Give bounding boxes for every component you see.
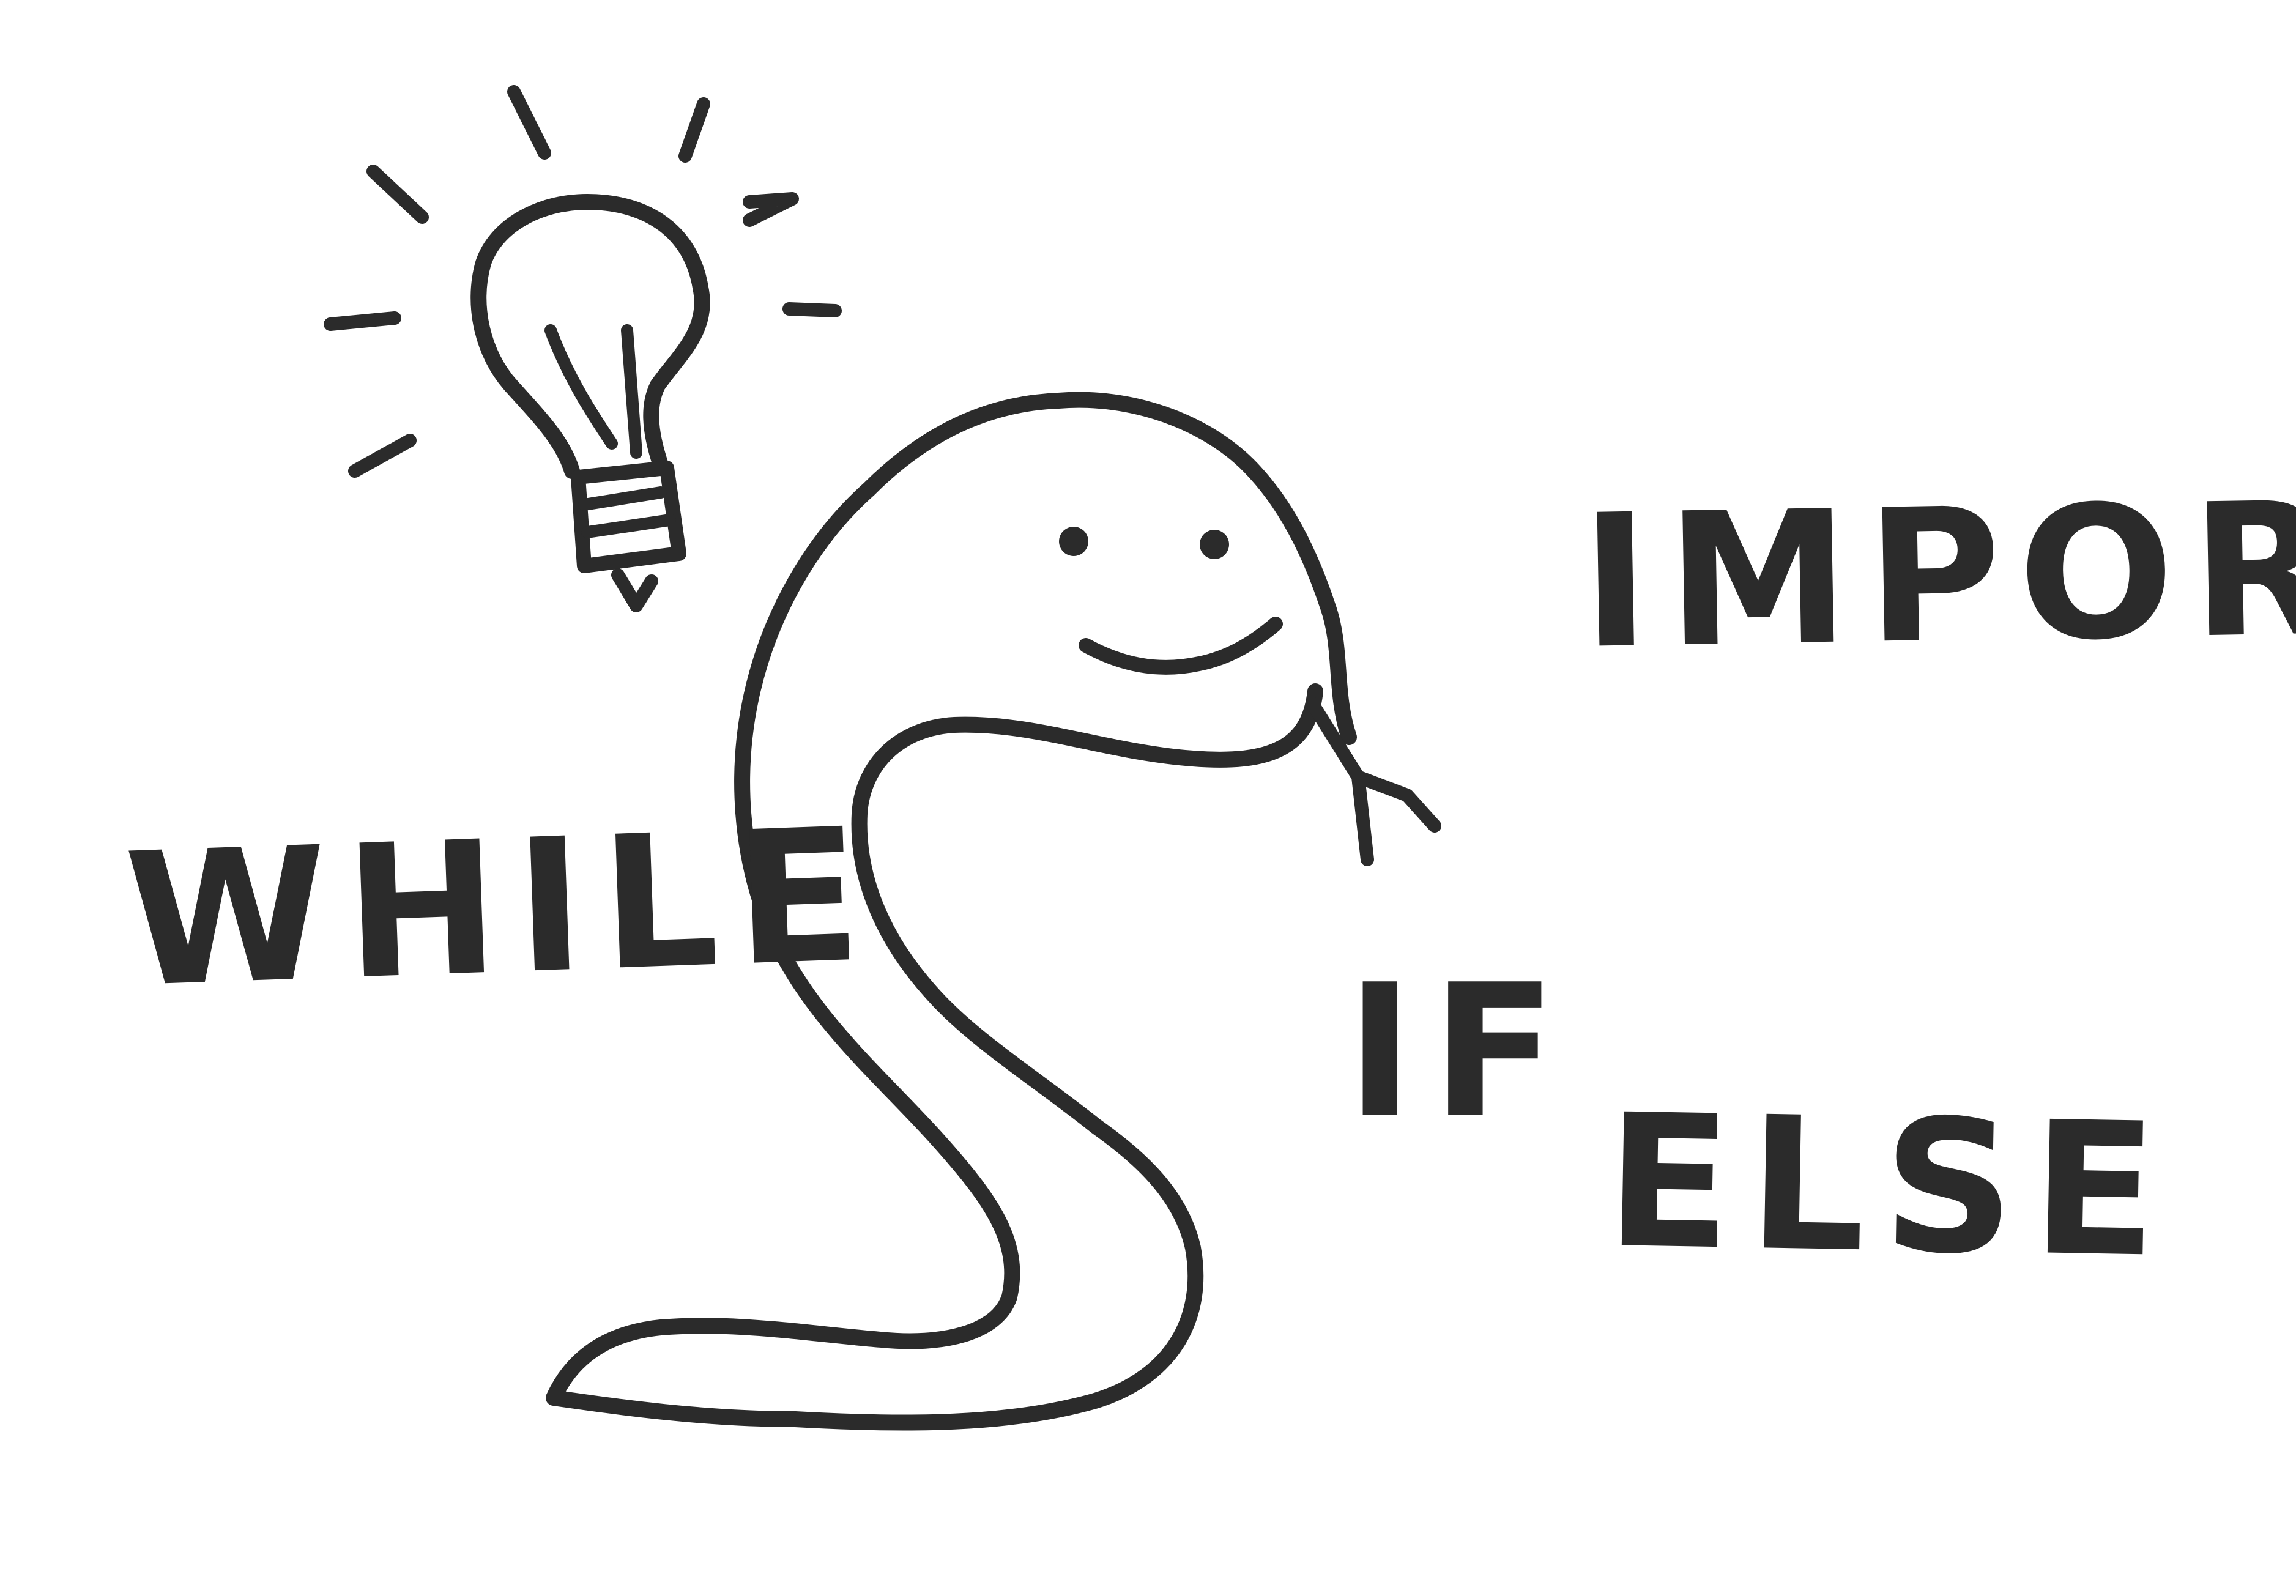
keyword-if: IF	[1346, 945, 1574, 1159]
snake-left-eye	[1059, 527, 1088, 556]
bulb-neck-left	[503, 377, 580, 479]
bulb-thread-2	[581, 514, 676, 538]
light-ray-5	[324, 311, 401, 331]
light-ray-1	[507, 85, 551, 160]
snake-smile	[1079, 617, 1283, 675]
keyword-while: WHILE	[122, 788, 882, 1028]
snake-tongue	[1306, 697, 1441, 866]
bulb-thread-1	[578, 486, 667, 511]
bulb-tip	[611, 568, 658, 612]
sketch-canvas: WHILE IMPORT IF ELSE	[0, 0, 2296, 1596]
light-ray-7	[348, 434, 417, 478]
snake-right-eye	[1200, 530, 1229, 559]
keyword-import: IMPORT	[1580, 460, 2296, 689]
light-ray-3	[366, 165, 429, 224]
light-ray-4	[743, 192, 799, 227]
light-ray-6	[782, 302, 842, 317]
lightbulb-icon	[324, 85, 842, 612]
bulb-glass	[470, 194, 710, 473]
sketch-illustration	[324, 85, 1441, 1431]
bulb-filament	[544, 324, 642, 459]
light-ray-2	[678, 97, 710, 163]
keyword-else: ELSE	[1604, 1074, 2177, 1299]
